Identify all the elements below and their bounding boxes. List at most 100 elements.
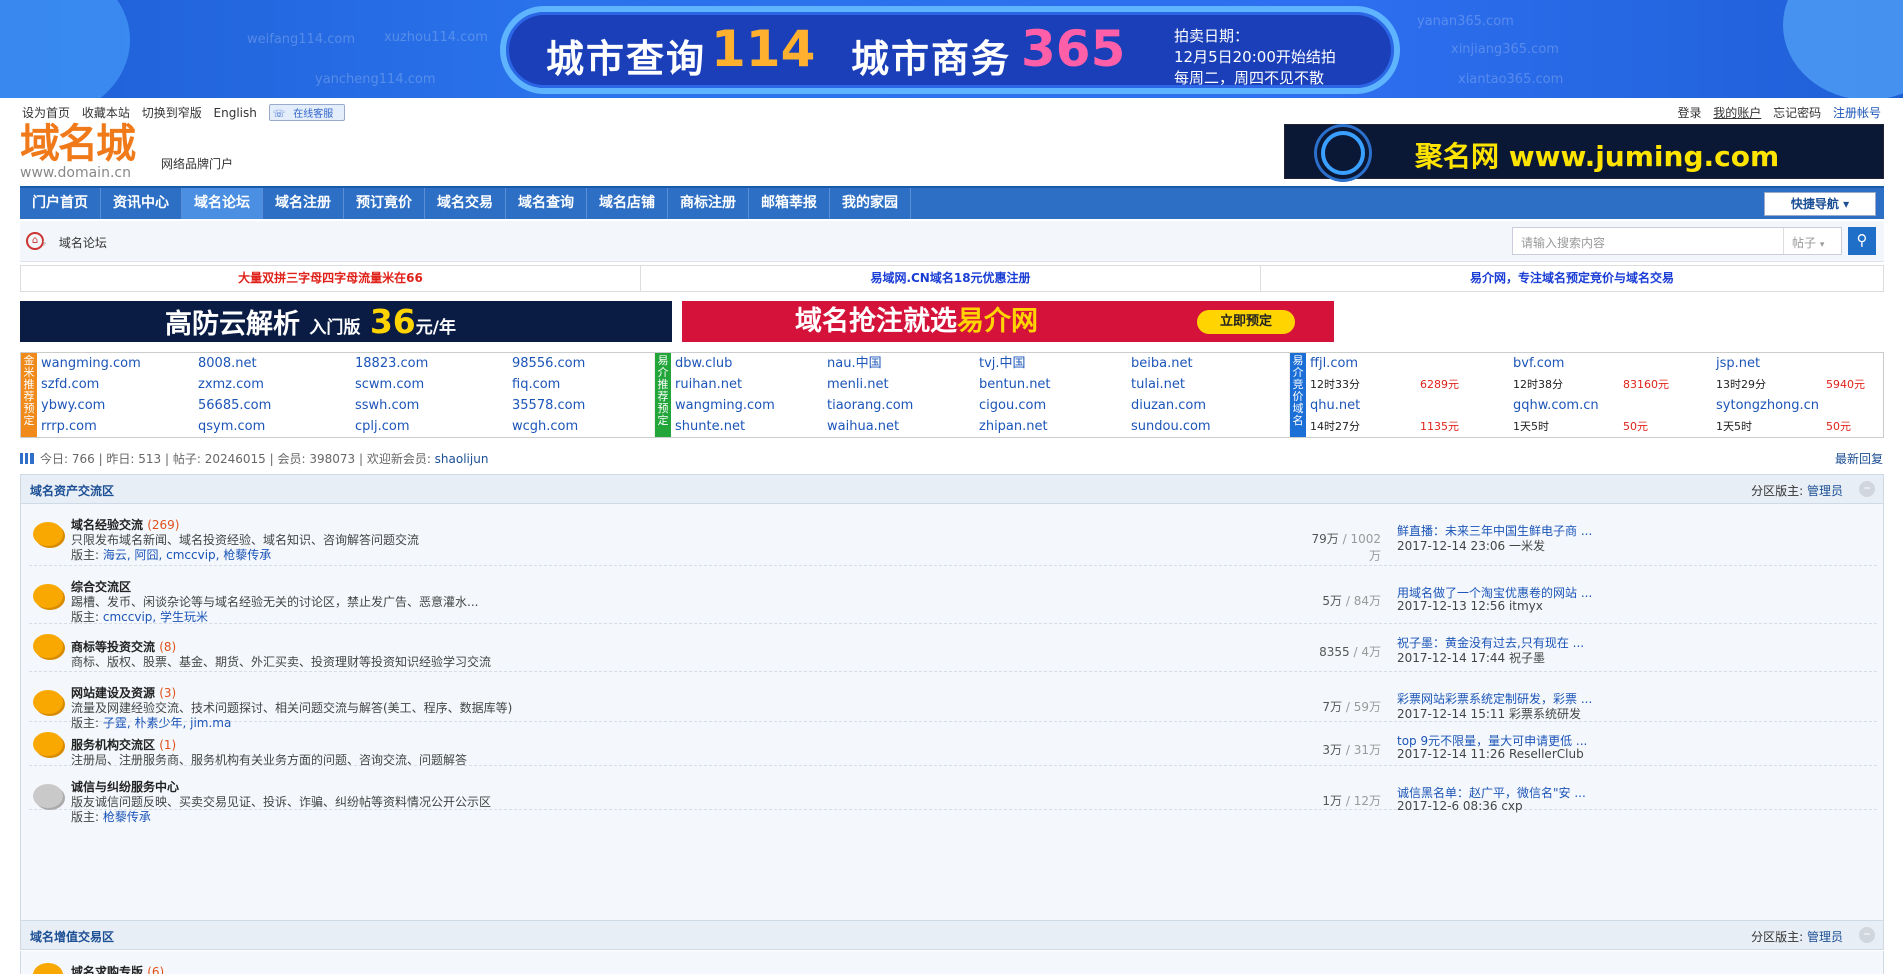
domain-link[interactable]: beiba.net [1131,353,1271,374]
domain-row: ybwy.com 56685.com sswh.com 35578.com [41,395,649,416]
dns-ad-unit: 元/年 [415,318,456,338]
domain-link[interactable]: 98556.com [512,353,652,374]
forum-row[interactable]: 域名经验交流 (269) 只限发布域名新闻、域名投资经验、域名知识、咨询解答问题交… [29,504,1877,566]
nav-lookup[interactable]: 域名查询 [506,188,587,219]
yijie-reserve-button[interactable]: 立即预定 [1197,310,1295,334]
domain-link[interactable]: ybwy.com [41,395,198,416]
forgot-password-link[interactable]: 忘记密码 [1773,106,1821,120]
forum-list: 域名经验交流 (269) 只限发布域名新闻、域名投资经验、域名知识、咨询解答问题交… [20,504,1884,920]
domain-link[interactable]: cplj.com [355,416,512,437]
nav-trademark[interactable]: 商标注册 [668,188,749,219]
forum-name[interactable]: 域名求购专版 (6) [71,963,164,974]
link-set-homepage[interactable]: 设为首页 [22,106,70,120]
domain-link[interactable]: bvf.com [1513,353,1564,374]
nav-register[interactable]: 域名注册 [263,188,344,219]
moderator-links[interactable]: cmccvip, 学生玩米 [103,610,208,624]
forum-row[interactable]: 综合交流区 踢槽、发币、闲谈杂论等与域名经验无关的讨论区，禁止发广告、恶意灌水..… [29,566,1877,624]
domain-link[interactable]: 8008.net [198,353,355,374]
notice-link[interactable]: 易介网，专注域名预定竞价与域名交易 [1261,266,1883,291]
auction-cell: ffjl.com [1310,353,1513,374]
search-button[interactable]: ⚲ [1848,227,1876,255]
domain-link[interactable]: tulai.net [1131,374,1271,395]
juming-ad[interactable]: 聚名网 www.juming.com [1284,124,1884,179]
nav-forum[interactable]: 域名论坛 [182,188,263,219]
yijie-ad-banner[interactable]: 域名抢注就选易介网 立即预定 [682,301,1334,342]
nav-bidding[interactable]: 预订竟价 [344,188,425,219]
domain-link[interactable]: nau.中国 [827,353,979,374]
domain-link[interactable]: zxmz.com [198,374,355,395]
domain-link[interactable]: sswh.com [355,395,512,416]
link-narrow-mode[interactable]: 切换到窄版 [142,106,202,120]
search-type-select[interactable]: 帖子 ▾ [1783,228,1841,254]
domain-link[interactable]: dbw.club [675,353,827,374]
quick-nav-button[interactable]: 快捷导航 ▾ [1764,192,1876,216]
nav-home[interactable]: 门户首页 [20,188,101,219]
section-title[interactable]: 域名资产交流区 [30,482,114,499]
nav-news[interactable]: 资讯中心 [101,188,182,219]
section-moderator-link[interactable]: 管理员 [1807,484,1843,498]
forum-row[interactable]: 网站建设及资源 (3) 流量及网建经验交流、技术问题探讨、相关问题交流与解答(美工… [29,672,1877,730]
domain-link[interactable]: fiq.com [512,374,652,395]
domain-link[interactable]: jsp.net [1716,353,1760,374]
domain-link[interactable]: cigou.com [979,395,1131,416]
breadcrumb-current[interactable]: › 域名论坛 [42,234,107,251]
domain-link[interactable]: 18823.com [355,353,512,374]
link-english[interactable]: English [214,106,257,120]
domain-link[interactable]: gqhw.com.cn [1513,395,1599,416]
domain-link[interactable]: waihua.net [827,416,979,437]
forum-count: (1) [159,738,177,752]
breadcrumb-sep: › [42,236,47,250]
domain-link[interactable]: 35578.com [512,395,652,416]
domain-link[interactable]: tvj.中国 [979,353,1131,374]
notice-link[interactable]: 易域网.CN域名18元优惠注册 [641,266,1261,291]
collapse-icon[interactable]: – [1859,927,1875,943]
nav-trade[interactable]: 域名交易 [425,188,506,219]
my-account-link[interactable]: 我的账户 [1713,106,1761,120]
search-input[interactable]: 请输入搜索内容 帖子 ▾ [1512,227,1842,255]
auction-cell: 13时29分 5940元 [1716,374,1903,395]
domain-link[interactable]: shunte.net [675,416,827,437]
forum-row[interactable]: 诚信与纠纷服务中心 版友诚信问题反映、买卖交易见证、投诉、诈骗、纠纷帖等资料情况公… [29,766,1877,824]
domain-link[interactable]: qsym.com [198,416,355,437]
domain-link[interactable]: zhipan.net [979,416,1131,437]
newest-reply-link[interactable]: 最新回复 [1835,450,1883,467]
domain-link[interactable]: wcgh.com [512,416,652,437]
collapse-icon[interactable]: – [1859,481,1875,497]
domain-link[interactable]: rrrp.com [41,416,198,437]
domain-link[interactable]: szfd.com [41,374,198,395]
domain-link[interactable]: diuzan.com [1131,395,1271,416]
login-link[interactable]: 登录 [1677,106,1701,120]
register-link[interactable]: 注册帐号 [1833,106,1881,120]
nav-shops[interactable]: 域名店铺 [587,188,668,219]
notice-link[interactable]: 大量双拼三字母四字母流量米在66 [21,266,641,291]
moderator-links[interactable]: 海云, 阿囧, cmccvip, 枪藜传承 [103,548,271,562]
domain-link[interactable]: ruihan.net [675,374,827,395]
forum-count: (269) [147,518,180,532]
section-moderator-link[interactable]: 管理员 [1807,930,1843,944]
domain-link[interactable]: ffjl.com [1310,353,1358,374]
domain-link[interactable]: wangming.com [675,395,827,416]
nav-my-home[interactable]: 我的家园 [830,188,911,219]
domain-link[interactable]: menli.net [827,374,979,395]
new-member-link[interactable]: shaolijun [435,452,489,466]
domain-link[interactable]: qhu.net [1310,395,1360,416]
domain-link[interactable]: 56685.com [198,395,355,416]
top-banner-ad[interactable]: weifang114.com xuzhou114.com yancheng114… [0,0,1903,98]
forum-row[interactable]: 商标等投资交流 (8) 商标、版权、股票、基金、期货、外汇买卖、投资理财等投资知识… [29,624,1877,672]
domain-link[interactable]: scwm.com [355,374,512,395]
domain-link[interactable]: sytongzhong.cn [1716,395,1819,416]
site-logo[interactable]: 域名城 www.domain.cn [20,122,145,181]
link-bookmark[interactable]: 收藏本站 [82,106,130,120]
domain-link[interactable]: bentun.net [979,374,1131,395]
forum-row[interactable]: 服务机构交流区 (1) 注册局、注册服务商、服务机构有关业务方面的问题、咨询交流、… [29,722,1877,767]
domain-block-jinmi: 金米推荐预定 wangming.com 8008.net 18823.com 9855… [21,353,649,437]
nav-email-news[interactable]: 邮箱莘报 [749,188,830,219]
moderator-links[interactable]: 枪藜传承 [103,810,151,824]
dns-ad-banner[interactable]: 高防云解析 入门版 36元/年 [20,301,672,342]
domain-link[interactable]: sundou.com [1131,416,1271,437]
online-service-button[interactable]: ☏ 在线客服 [268,104,346,121]
section-title[interactable]: 域名增值交易区 [30,928,114,945]
domain-link[interactable]: wangming.com [41,353,198,374]
user-links: 登录 我的账户 忘记密码 注册帐号 [1669,104,1881,121]
domain-link[interactable]: tiaorang.com [827,395,979,416]
